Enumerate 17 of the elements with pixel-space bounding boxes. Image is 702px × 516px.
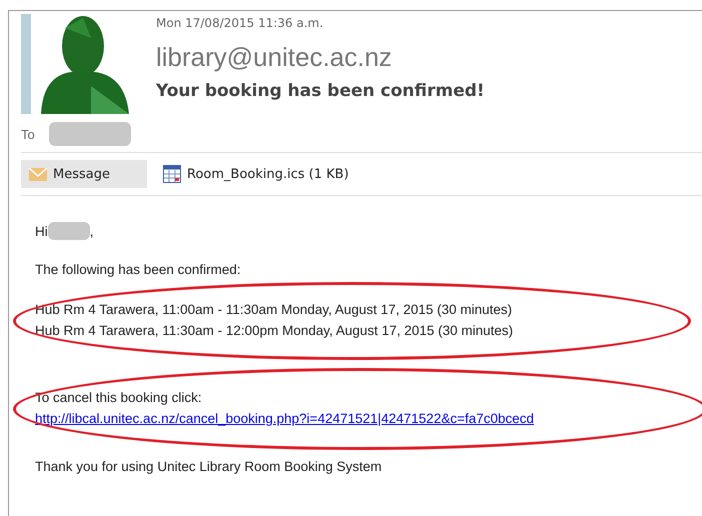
avatar-icon <box>21 14 131 114</box>
greeting-text: Hi <box>35 224 48 238</box>
attachment-tab[interactable]: Room_Booking.ics (1 KB) <box>155 160 357 188</box>
to-label: To <box>21 126 35 142</box>
closing-text: Thank you for using Unitec Library Room Booking System <box>35 459 383 474</box>
envelope-icon <box>29 168 47 180</box>
calendar-icon <box>163 165 181 183</box>
intro-text: The following has been confirmed: <box>35 262 242 277</box>
sender-address: library@unitec.ac.nz <box>156 42 393 73</box>
date-text: Mon 17/08/2015 11:36 a.m. <box>156 16 324 30</box>
booking-line: Hub Rm 4 Tarawera, 11:00am - 11:30am Monday, August 17, 2015 (30 minutes) <box>35 301 514 319</box>
attachment-tab[interactable]: Message <box>21 160 147 188</box>
cancel-link[interactable]: http://libcal.unitec.ac.nz/cancel_booking.php?i=42471521|42471522&c=fa7c0bcecd <box>35 411 534 426</box>
booking-line: Hub Rm 4 Tarawera, 11:30am - 12:00pm Monday, August 17, 2015 (30 minutes) <box>35 322 514 340</box>
redaction-mark <box>48 222 90 240</box>
comma-text: , <box>90 224 94 238</box>
subject-text: Your booking has been confirmed! <box>156 81 485 101</box>
